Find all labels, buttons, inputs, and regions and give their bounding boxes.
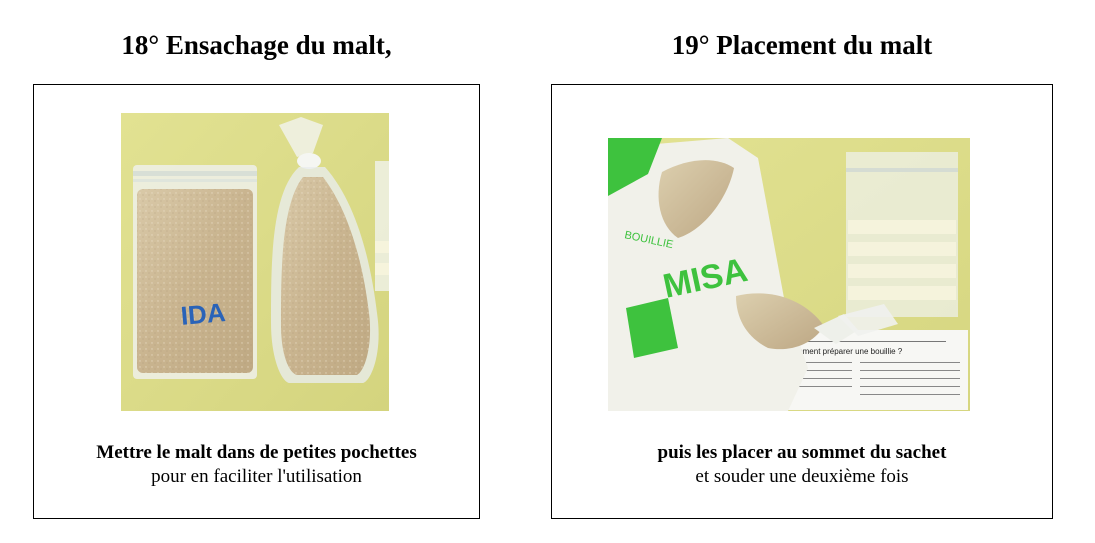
step-19-title: 19° Placement du malt [671,30,933,60]
malt-pouches-photo: IDA [121,113,389,411]
step-19-caption-normal: et souder une deuxième fois [695,466,909,487]
step-18-title: 18° Ensachage du malt, [121,30,392,60]
malt-placement-photo: Comment préparer une bouillie ? MISA BOU… [608,138,970,411]
step-19-caption-bold: puis les placer au sommet du sachet [657,442,947,463]
malt-pouches-illustration: IDA [121,113,389,411]
step-18-caption-normal: pour en faciliter l'utilisation [151,466,362,487]
step-18-panel: IDA Mettre le malt dans de petites poche… [33,84,480,519]
malt-placement-illustration: Comment préparer une bouillie ? MISA BOU… [608,138,970,411]
step-19-caption: puis les placer au sommet du sachet et s… [552,441,1052,489]
pouch-brand-label: IDA [179,297,226,331]
step-19-panel: Comment préparer une bouillie ? MISA BOU… [551,84,1053,519]
step-18-caption-bold: Mettre le malt dans de petites pochettes [96,442,417,463]
step-18-caption: Mettre le malt dans de petites pochettes… [34,441,479,489]
